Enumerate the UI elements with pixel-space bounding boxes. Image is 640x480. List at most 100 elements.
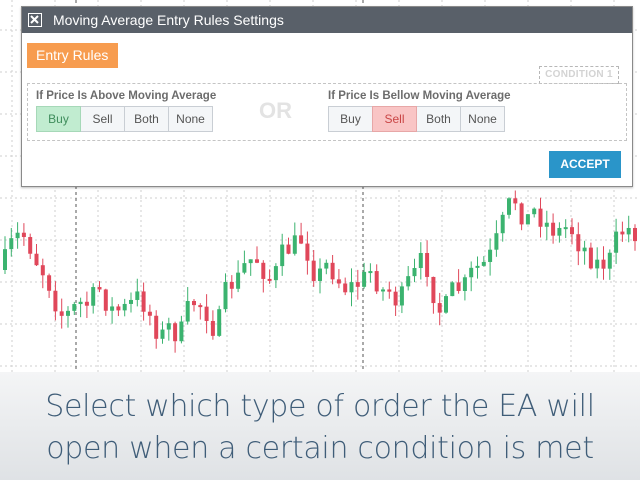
candle-body	[633, 227, 637, 242]
candle-body	[97, 287, 102, 290]
candle-body	[607, 252, 612, 269]
candle-body	[204, 306, 209, 321]
candle-body	[261, 262, 266, 279]
candle-body	[513, 198, 518, 204]
below-both-button[interactable]: Both	[416, 106, 461, 132]
candle-body	[34, 253, 39, 266]
candle-body	[3, 249, 7, 270]
candle-body	[330, 262, 335, 280]
above-sell-button[interactable]: Sell	[80, 106, 125, 132]
candle-body	[425, 252, 430, 277]
candle-body	[141, 291, 146, 312]
candle-body	[103, 289, 108, 311]
candle-body	[217, 309, 222, 336]
candle-body	[343, 283, 348, 293]
candle-body	[223, 281, 228, 310]
candle-body	[166, 323, 171, 330]
candle-body	[305, 243, 310, 261]
candle-body	[406, 276, 411, 287]
dialog-title: Moving Average Entry Rules Settings	[53, 12, 284, 28]
candle-body	[387, 289, 392, 292]
candle-body	[374, 271, 379, 292]
condition-badge: CONDITION 1	[539, 66, 619, 84]
candle-body	[500, 214, 505, 234]
below-sell-button[interactable]: Sell	[372, 106, 417, 132]
candle-body	[210, 320, 215, 336]
candle-body	[267, 278, 272, 281]
candle-body	[192, 300, 196, 306]
candle-body	[229, 281, 234, 289]
above-both-button[interactable]: Both	[124, 106, 169, 132]
candle-body	[507, 198, 511, 215]
candle-body	[78, 301, 83, 305]
close-icon[interactable]	[28, 13, 42, 27]
dialog-titlebar: Moving Average Entry Rules Settings	[22, 7, 632, 33]
candle-body	[450, 282, 455, 297]
candle-body	[173, 323, 178, 342]
candle-body	[318, 268, 322, 281]
candle-body	[551, 222, 556, 236]
candle-body	[324, 262, 329, 269]
candle-body	[242, 263, 247, 273]
candle-body	[469, 267, 474, 278]
candle-body	[588, 247, 593, 269]
candle-body	[462, 277, 467, 291]
candle-body	[456, 282, 461, 291]
candle-body	[544, 222, 549, 227]
above-buy-button[interactable]: Buy	[36, 106, 81, 132]
candle-body	[488, 249, 493, 262]
candle-body	[362, 271, 367, 287]
candle-body	[614, 231, 619, 253]
candle-body	[91, 287, 96, 306]
candle-body	[311, 260, 316, 281]
candle-body	[437, 303, 442, 313]
condition-box: If Price Is Above Moving Average Buy Sel…	[27, 83, 627, 141]
candle-body	[557, 227, 562, 236]
candle-body	[273, 266, 278, 281]
candle-body	[59, 311, 64, 316]
candle-body	[601, 259, 606, 269]
candle-body	[129, 299, 133, 304]
accept-button[interactable]: ACCEPT	[549, 151, 621, 178]
candle-body	[248, 259, 253, 264]
candle-body	[47, 275, 52, 291]
candle-body	[494, 233, 499, 250]
candle-body	[368, 271, 373, 274]
candle-body	[481, 261, 486, 266]
candle-body	[110, 306, 115, 311]
candle-body	[72, 304, 77, 311]
caption: Select which type of order the EA will o…	[0, 386, 640, 470]
candle-body	[626, 227, 631, 235]
candle-body	[381, 289, 385, 292]
candle-body	[84, 301, 89, 306]
candle-body	[116, 306, 121, 311]
candle-body	[620, 231, 625, 235]
candle-body	[53, 290, 58, 312]
candle-body	[412, 268, 417, 277]
candle-body	[185, 300, 190, 322]
candle-body	[280, 244, 285, 267]
below-buy-button[interactable]: Buy	[328, 106, 373, 132]
candle-body	[349, 282, 354, 293]
candle-body	[292, 235, 297, 254]
caption-band: Select which type of order the EA will o…	[0, 372, 640, 480]
candle-body	[563, 227, 568, 230]
candle-body	[40, 265, 45, 276]
candle-body	[595, 259, 600, 269]
tab-entry-rules[interactable]: Entry Rules	[27, 43, 119, 68]
entry-rules-dialog: Moving Average Entry Rules Settings Entr…	[21, 6, 633, 187]
candle-body	[355, 282, 360, 287]
candle-body	[160, 329, 165, 339]
candle-body	[15, 232, 20, 239]
candle-body	[299, 235, 304, 244]
candle-body	[538, 208, 543, 227]
above-none-button[interactable]: None	[168, 106, 213, 132]
below-none-button[interactable]: None	[460, 106, 505, 132]
candle-body	[431, 276, 436, 304]
candle-body	[179, 321, 184, 342]
candle-body	[393, 291, 398, 306]
candle-body	[236, 272, 241, 289]
label-price-above-ma: If Price Is Above Moving Average	[36, 90, 217, 102]
candle-body	[21, 232, 26, 238]
candle-body	[525, 214, 530, 225]
